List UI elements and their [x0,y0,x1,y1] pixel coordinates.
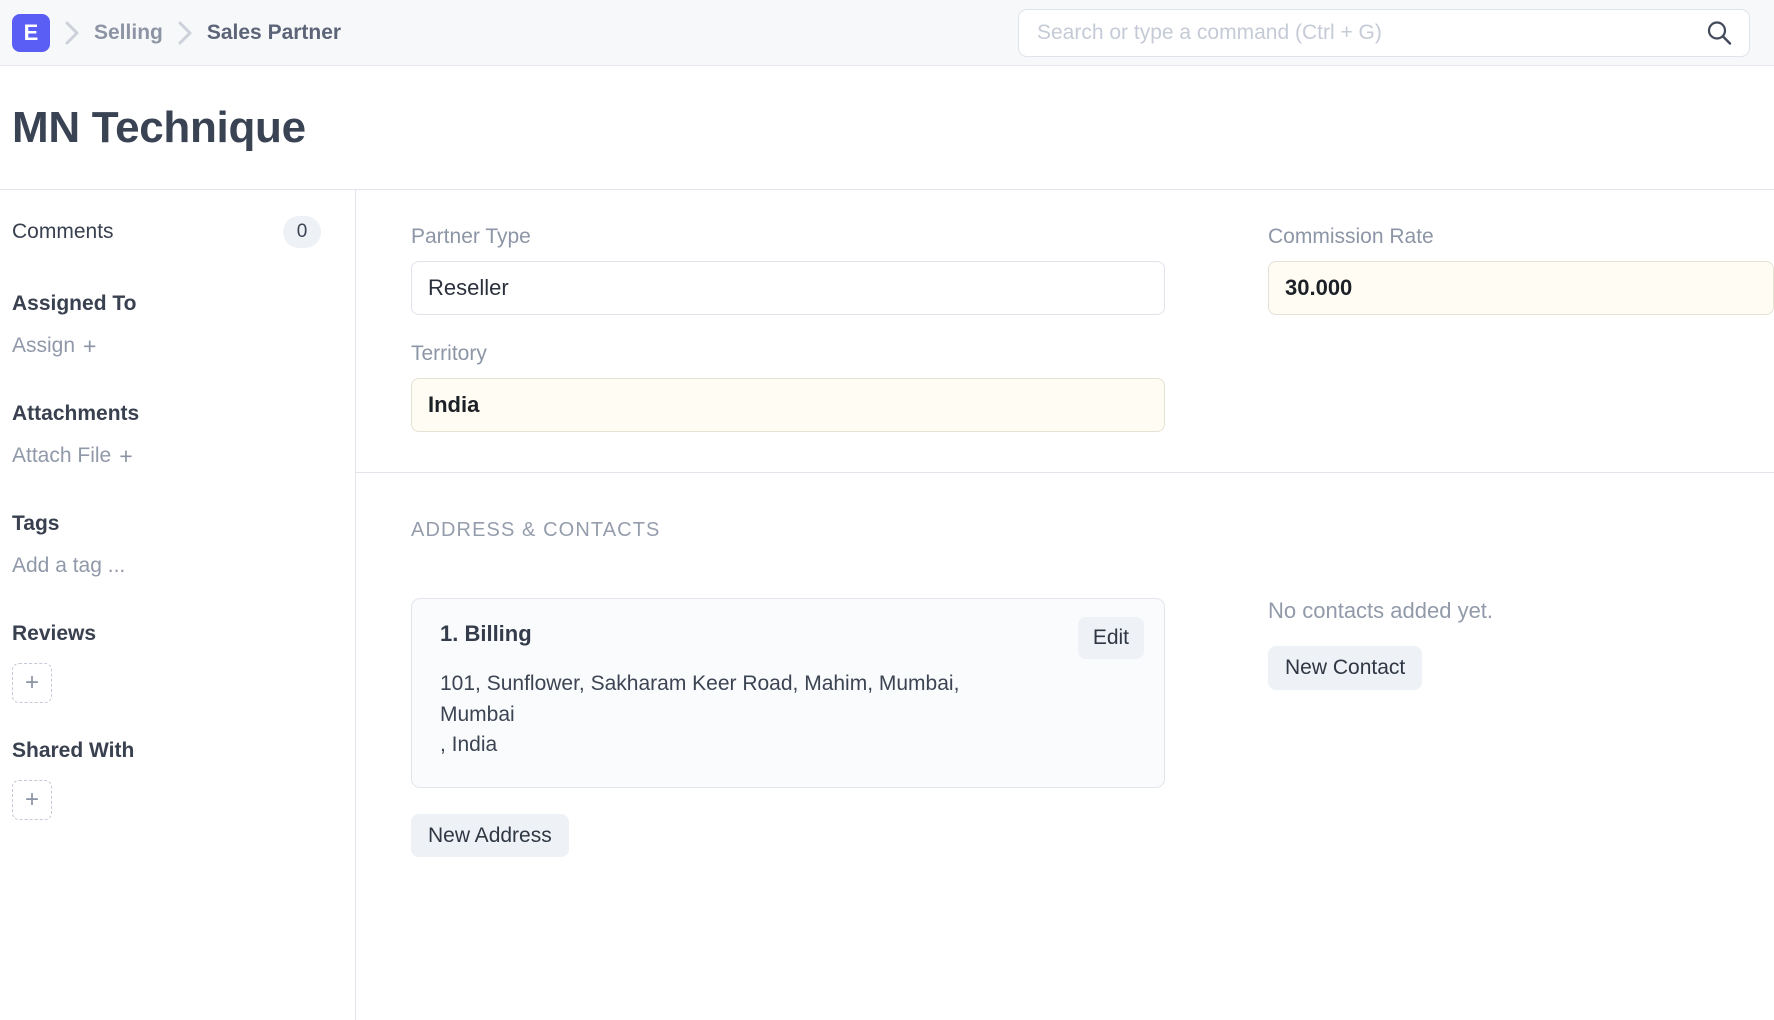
plus-icon: + [119,442,133,469]
contacts-column: No contacts added yet. New Contact [1216,598,1774,857]
details-column-left: Partner Type Reseller Territory India [356,224,1216,433]
commission-rate-input[interactable]: 30.000 [1268,261,1774,316]
territory-label: Territory [411,342,487,366]
plus-icon: + [24,786,39,814]
sidebar-section-attachments: Attachments Attach File + [12,402,343,468]
edit-address-button[interactable]: Edit [1077,617,1144,659]
attach-file-label: Attach File [12,444,112,468]
page-header: MN Technique [0,66,1774,190]
contacts-empty-text: No contacts added yet. [1268,598,1494,624]
partner-type-input[interactable]: Reseller [411,261,1165,316]
attach-file-button[interactable]: Attach File + [12,444,133,468]
top-navbar: E Selling Sales Partner [0,0,1774,66]
plus-icon: + [24,669,39,697]
reviews-label: Reviews [12,622,97,646]
partner-type-label: Partner Type [411,225,531,248]
field-territory: Territory India [411,341,1216,433]
app-logo-letter: E [23,19,39,45]
search-icon[interactable] [1706,20,1733,47]
details-column-right: Commission Rate 30.000 [1216,224,1774,432]
sidebar-section-reviews: Reviews + [12,622,343,704]
sidebar: Comments 0 Assigned To Assign + Attachme… [0,190,356,1020]
address-lines: 101, Sunflower, Sakharam Keer Road, Mahi… [440,669,1138,760]
chevron-right-icon [177,20,193,46]
assign-button[interactable]: Assign + [12,334,96,358]
add-tag-input[interactable]: Add a tag ... [12,554,125,578]
field-commission-rate: Commission Rate 30.000 [1268,224,1774,316]
page-title: MN Technique [12,102,306,152]
address-line-2: Mumbai [440,702,515,726]
address-line-3: , India [440,733,498,757]
chevron-right-icon [64,20,80,46]
address-card-title: 1. Billing [440,621,532,647]
assign-label: Assign [12,334,76,358]
address-column: Edit 1. Billing 101, Sunflower, Sakharam… [356,598,1216,857]
new-address-button[interactable]: New Address [411,813,569,857]
sidebar-section-shared-with: Shared With + [12,739,343,821]
comments-count-badge: 0 [283,216,321,248]
search-container [1018,9,1750,57]
app-logo[interactable]: E [12,13,50,52]
sidebar-section-tags: Tags Add a tag ... [12,512,343,578]
address-card: Edit 1. Billing 101, Sunflower, Sakharam… [411,598,1165,788]
field-partner-type: Partner Type Reseller [411,224,1216,316]
tags-label: Tags [12,512,60,536]
search-input[interactable] [1018,9,1750,57]
new-contact-button[interactable]: New Contact [1268,646,1423,690]
shared-with-label: Shared With [12,739,135,763]
main-content: Partner Type Reseller Territory India Co… [356,190,1774,1020]
sidebar-section-assigned-to: Assigned To Assign + [12,292,343,358]
breadcrumb-sales-partner[interactable]: Sales Partner [207,21,341,45]
sidebar-section-comments: Comments 0 [12,216,343,248]
address-contacts-section: ADDRESS & CONTACTS Edit 1. Billing 101, … [356,473,1774,857]
territory-input[interactable]: India [411,378,1165,433]
add-share-button[interactable]: + [12,780,52,821]
address-line-1: 101, Sunflower, Sakharam Keer Road, Mahi… [440,672,960,696]
plus-icon: + [83,332,97,359]
address-contacts-heading: ADDRESS & CONTACTS [411,519,661,542]
details-section: Partner Type Reseller Territory India Co… [356,190,1774,474]
attachments-label: Attachments [12,402,140,426]
comments-label: Comments [12,220,114,244]
breadcrumb-selling[interactable]: Selling [94,21,163,45]
add-review-button[interactable]: + [12,663,52,704]
page-body: Comments 0 Assigned To Assign + Attachme… [0,190,1774,1020]
assigned-to-label: Assigned To [12,292,137,315]
commission-rate-label: Commission Rate [1268,225,1434,248]
